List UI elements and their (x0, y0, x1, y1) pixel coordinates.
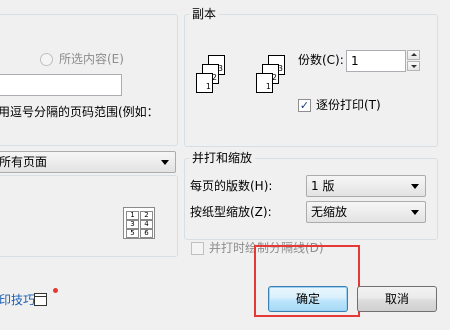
scale-value: 无缩放 (311, 205, 348, 219)
copies-label: 份数(C): (298, 53, 344, 67)
layout-preview: 1 2 3 4 5 6 (123, 207, 155, 239)
pages-per-sheet-value: 1 版 (311, 179, 335, 193)
layout-cell: 5 (126, 229, 139, 238)
layout-cell: 3 (126, 220, 139, 229)
scale-select[interactable]: 无缩放 (306, 201, 426, 223)
zoom-group-label: 并打和缩放 (189, 151, 256, 165)
page-icon: 1 (196, 73, 213, 93)
copies-input[interactable]: 1 (346, 50, 406, 72)
page-range-hint: 用逗号分隔的页码范围(例如： (0, 105, 159, 119)
scale-label: 按纸型缩放(Z): (190, 205, 272, 219)
selection-radio[interactable] (40, 53, 53, 66)
layout-cell: 6 (140, 229, 153, 238)
cancel-button[interactable]: 取消 (357, 286, 437, 312)
spin-up-button[interactable] (407, 50, 420, 60)
zoom-group (184, 158, 438, 240)
chevron-down-icon (411, 210, 419, 215)
chevron-down-icon (411, 65, 417, 68)
chevron-down-icon (161, 160, 169, 165)
print-tips-link[interactable]: 印技巧 (0, 292, 35, 308)
copies-group-label: 副本 (189, 7, 220, 21)
page-numbers-input[interactable] (0, 74, 122, 96)
layout-cell: 1 (126, 211, 139, 220)
layout-cell: 4 (140, 220, 153, 229)
page-icon: 1 (256, 73, 273, 93)
notification-dot-icon (53, 288, 58, 293)
print-what-value: 所有页面 (0, 155, 48, 169)
collate-label: 逐份打印(T) (316, 98, 381, 112)
chevron-up-icon (411, 53, 417, 56)
print-what-select[interactable]: 所有页面 (0, 151, 176, 173)
chevron-down-icon (411, 184, 419, 189)
collate-illustration: 3 2 1 (192, 55, 242, 110)
pages-per-sheet-label: 每页的版数(H): (190, 179, 273, 193)
layout-cell: 2 (140, 211, 153, 220)
spin-down-button[interactable] (407, 61, 420, 71)
highlight-frame (254, 245, 360, 317)
video-icon[interactable] (34, 293, 47, 306)
separator-checkbox[interactable] (191, 242, 204, 255)
collate-checkbox[interactable]: ✓ (298, 99, 311, 112)
collate-illustration: 3 2 1 (252, 55, 302, 110)
selection-radio-label: 所选内容(E) (59, 52, 124, 66)
pages-per-sheet-select[interactable]: 1 版 (306, 175, 426, 197)
